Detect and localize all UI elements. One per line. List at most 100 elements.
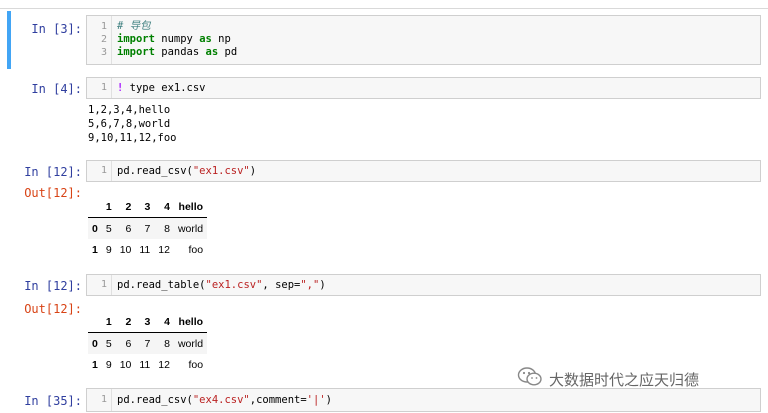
row-index: 0	[92, 337, 98, 350]
table-cell: foo	[188, 358, 204, 371]
line-number-gutter: 1 2 3	[87, 16, 112, 64]
table-cell: 11	[139, 243, 151, 256]
module-name: numpy	[154, 33, 200, 45]
string-literal: ","	[300, 279, 320, 291]
watermark: 大数据时代之应天归德	[517, 367, 699, 391]
line-number: 1	[100, 165, 107, 176]
code-line: pd.read_csv("ex4.csv",comment='|')	[117, 394, 332, 407]
column-header: hello	[173, 196, 208, 218]
table-cell: 12	[158, 358, 170, 371]
code-call: pd.read_csv(	[117, 165, 193, 177]
table-cell: 10	[119, 358, 132, 371]
table-cell: 5	[105, 222, 112, 235]
input-prompt: In [12]:	[24, 165, 82, 179]
output-prompt: Out[12]:	[24, 302, 82, 316]
table-row: 0 5 6 7 8 world	[88, 217, 208, 239]
input-prompt: In [3]:	[31, 22, 82, 36]
module-alias: np	[211, 33, 231, 45]
table-cell: 10	[119, 243, 132, 256]
code-line: # 导包	[117, 20, 151, 33]
input-prompt: In [4]:	[31, 82, 82, 96]
dataframe-output: 1 2 3 4 hello 0 5 6 7 8 world 1 9 10 11 …	[88, 311, 208, 375]
table-row: 1 9 10 11 12 foo	[88, 354, 207, 375]
column-header: 1	[101, 196, 116, 218]
column-header: 1	[101, 311, 116, 333]
keyword-as: as	[205, 46, 219, 58]
code-editor[interactable]: 1 2 3 # 导包 import numpy as np import pan…	[86, 15, 761, 65]
column-header: hello	[173, 311, 208, 333]
table-cell: 6	[125, 337, 132, 350]
shell-command: type ex1.csv	[123, 82, 206, 94]
column-header: 4	[154, 311, 174, 333]
table-cell: 12	[158, 243, 170, 256]
dataframe-header-row: 1 2 3 4 hello	[88, 196, 208, 218]
code-line: pd.read_csv("ex1.csv")	[117, 165, 256, 178]
code-call-close: )	[325, 394, 332, 406]
table-cell: world	[177, 337, 204, 350]
table-cell: 5	[105, 337, 112, 350]
string-literal: '|'	[306, 394, 326, 406]
code-editor[interactable]: 1 pd.read_csv("ex4.csv",comment='|')	[86, 388, 761, 412]
code-comment: # 导包	[117, 20, 151, 32]
notebook-cell-4[interactable]: In [12]: 1 pd.read_table("ex1.csv", sep=…	[0, 273, 768, 381]
notebook-cell-2[interactable]: In [4]: 1 ! type ex1.csv 1,2,3,4,hello 5…	[0, 76, 768, 154]
row-index: 1	[92, 243, 98, 256]
cell-selection-bar	[7, 11, 11, 69]
stdout-line: 1,2,3,4,hello	[88, 104, 171, 116]
notebook-cell-3[interactable]: In [12]: 1 pd.read_csv("ex1.csv") Out[12…	[0, 159, 768, 267]
code-call: pd.read_csv(	[117, 394, 193, 406]
code-line: ! type ex1.csv	[117, 82, 206, 95]
keyword-as: as	[199, 33, 212, 45]
dataframe-output: 1 2 3 4 hello 0 5 6 7 8 world 1 9 10 11 …	[88, 196, 208, 260]
string-literal: "ex1.csv"	[205, 279, 263, 291]
code-line: import pandas as pd	[117, 46, 237, 59]
line-number: 1	[100, 82, 107, 93]
line-number: 3	[100, 47, 107, 58]
code-editor[interactable]: 1 pd.read_csv("ex1.csv")	[86, 160, 761, 182]
watermark-text: 大数据时代之应天归德	[549, 371, 700, 389]
table-cell: foo	[188, 243, 204, 256]
table-cell: 9	[105, 243, 112, 256]
column-header: 2	[115, 311, 136, 333]
wechat-icon	[517, 366, 543, 392]
line-number: 1	[100, 279, 107, 290]
code-call-close: )	[319, 279, 326, 291]
column-header: 4	[154, 196, 174, 218]
string-literal: "ex1.csv"	[192, 165, 250, 177]
column-header: 3	[135, 311, 155, 333]
table-cell: 6	[125, 222, 132, 235]
table-row: 0 5 6 7 8 world	[88, 332, 208, 354]
keyword-import: import	[117, 33, 155, 45]
row-index: 0	[92, 222, 98, 235]
input-prompt: In [12]:	[24, 279, 82, 293]
code-editor[interactable]: 1 ! type ex1.csv	[86, 77, 761, 99]
top-divider	[0, 8, 768, 9]
module-name: pandas	[154, 46, 206, 58]
table-cell: 11	[139, 358, 151, 371]
line-number-gutter: 1	[87, 78, 112, 98]
stdout-line: 9,10,11,12,foo	[88, 132, 177, 144]
dataframe-header-row: 1 2 3 4 hello	[88, 311, 208, 333]
table-row: 1 9 10 11 12 foo	[88, 239, 207, 260]
line-number: 2	[100, 34, 107, 45]
table-cell: world	[177, 222, 204, 235]
code-argument: , sep=	[262, 279, 301, 291]
line-number: 1	[100, 394, 107, 405]
code-editor[interactable]: 1 pd.read_table("ex1.csv", sep=",")	[86, 274, 761, 296]
table-cell: 7	[144, 222, 151, 235]
notebook-cell-1[interactable]: In [3]: 1 2 3 # 导包 import numpy as np im…	[0, 11, 768, 69]
index-header	[88, 196, 102, 218]
index-header	[88, 311, 102, 333]
line-number-gutter: 1	[87, 161, 112, 181]
code-argument: ,comment=	[249, 394, 307, 406]
line-number-gutter: 1	[87, 275, 112, 295]
table-cell: 8	[164, 337, 170, 350]
column-header: 3	[135, 196, 155, 218]
line-number-gutter: 1	[87, 389, 112, 411]
table-cell: 7	[144, 337, 151, 350]
column-header: 2	[115, 196, 136, 218]
table-cell: 8	[164, 222, 170, 235]
stdout-line: 5,6,7,8,world	[88, 118, 171, 130]
output-prompt: Out[12]:	[24, 186, 82, 200]
string-literal: "ex4.csv"	[192, 394, 250, 406]
